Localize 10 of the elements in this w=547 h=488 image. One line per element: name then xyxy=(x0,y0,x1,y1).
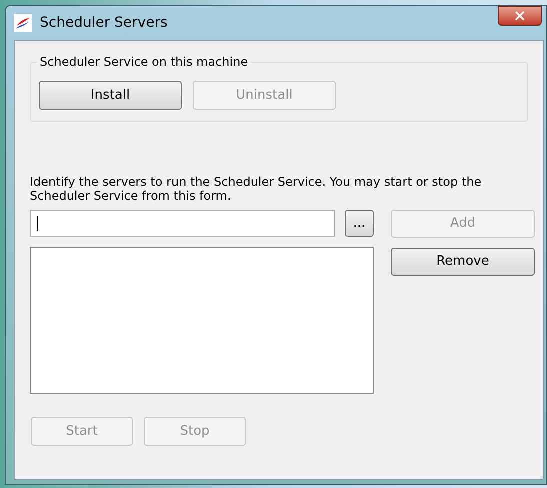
browse-button[interactable]: ... xyxy=(345,210,374,237)
install-button[interactable]: Install xyxy=(39,81,182,110)
app-logo-icon xyxy=(14,14,32,32)
instructions-text: Identify the servers to run the Scheduler Service. You may start or stop the Scheduler Service from this form. xyxy=(30,175,483,203)
window-title: Scheduler Servers xyxy=(40,14,168,32)
close-icon xyxy=(513,9,527,23)
remove-button[interactable]: Remove xyxy=(391,248,535,276)
close-button[interactable] xyxy=(498,6,542,26)
text-cursor-icon xyxy=(37,216,38,231)
server-input-field[interactable] xyxy=(30,210,335,237)
